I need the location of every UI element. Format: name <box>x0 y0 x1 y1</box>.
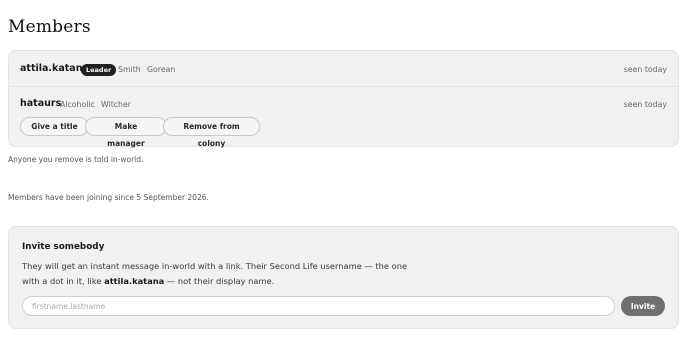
member-tag: Smith <box>118 65 141 74</box>
remove-note: Anyone you remove is told in-world. <box>8 155 144 164</box>
remove-from-colony-button[interactable]: Remove from colony <box>163 117 260 148</box>
member-row: attila.katana Leader Smith Gorean seen t… <box>9 51 678 87</box>
member-tag: Alcoholic <box>60 100 95 109</box>
member-row: hataurs Alcoholic Witcher seen today Giv… <box>9 87 678 148</box>
leader-badge: Leader <box>81 64 117 76</box>
give-title-button[interactable]: Give a title <box>20 117 89 136</box>
member-username[interactable]: attila.katana <box>20 63 89 74</box>
last-seen: seen today <box>623 65 667 74</box>
members-list: attila.katana Leader Smith Gorean seen t… <box>8 50 679 148</box>
joining-note: Members have been joining since 5 Septem… <box>8 193 209 202</box>
member-username[interactable]: hataurs <box>20 98 61 109</box>
last-seen: seen today <box>623 100 667 109</box>
invite-description: They will get an instant message in-worl… <box>22 259 412 288</box>
invite-button[interactable]: Invite <box>621 296 665 316</box>
invite-desc-example: attila.katana <box>104 275 165 286</box>
page-title: Members <box>8 17 91 37</box>
invite-desc-text: — not their display name. <box>164 275 275 286</box>
member-tag: Gorean <box>147 65 176 74</box>
member-tag: Witcher <box>101 100 131 109</box>
invite-title: Invite somebody <box>22 242 105 252</box>
make-manager-button[interactable]: Make manager <box>85 117 167 148</box>
invite-username-input[interactable] <box>22 296 615 316</box>
invite-panel: Invite somebody They will get an instant… <box>8 226 679 329</box>
